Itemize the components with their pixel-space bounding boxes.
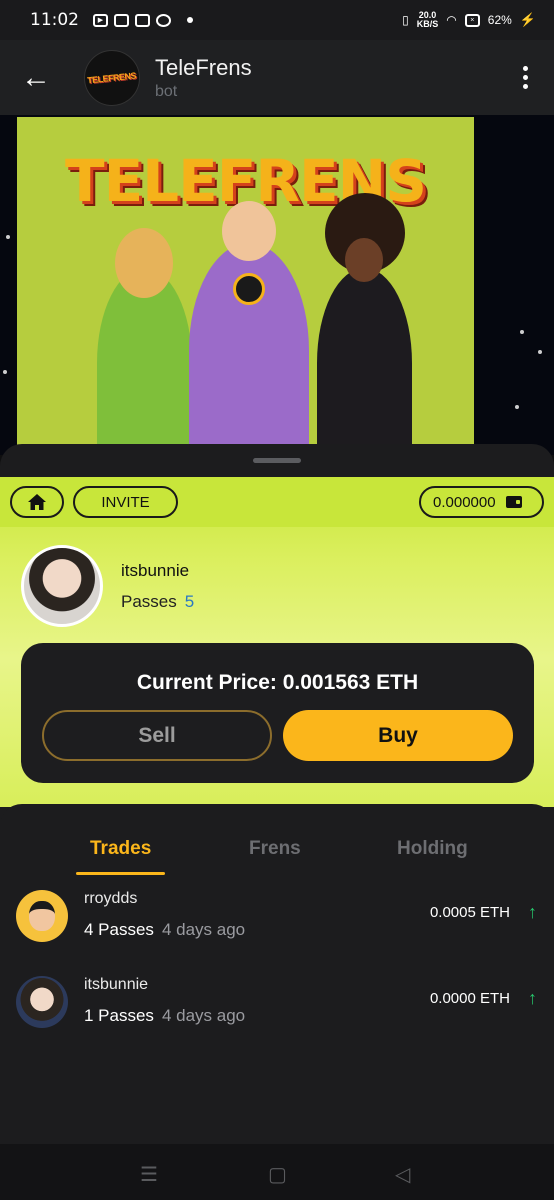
app-icon [114,13,129,27]
youtube-icon: ▶ [93,13,108,27]
active-tab-indicator [76,872,165,875]
wallet-balance-button[interactable]: 0.000000 [419,486,544,518]
trade-details: 1 Passes 4 days ago [84,1006,245,1026]
arrow-up-icon: ↑ [528,902,537,922]
star [515,405,519,409]
trade-row[interactable]: itsbunnie 1 Passes 4 days ago 0.0000 ETH … [0,976,554,1046]
system-nav-bar: ☰ ▢ ◁ [0,1144,554,1200]
bot-avatar-logo: TELEFRENS [87,69,137,86]
star [3,370,7,374]
chat-title-block[interactable]: TeleFrens bot [155,55,252,101]
trade-username: itsbunnie [84,976,149,993]
bot-avatar[interactable]: TELEFRENS [84,49,140,106]
price-card: Current Price: 0.001563 ETH Sell Buy [21,643,534,783]
trade-time: 4 days ago [161,1006,246,1025]
arrow-up-icon: ↑ [528,988,537,1008]
battery-saver-icon: × [464,13,480,27]
star [6,235,10,239]
sheet-drag-handle[interactable] [253,458,301,463]
vibrate-icon: ▯ [402,13,409,27]
chat-title: TeleFrens [155,54,252,80]
trade-details: 4 Passes 4 days ago [84,920,245,940]
tab-trades[interactable]: Trades [90,838,151,860]
more-options-icon[interactable] [523,66,528,89]
home-icon [28,494,46,510]
wallet-icon [505,496,522,508]
invite-button[interactable]: INVITE [73,486,178,518]
profile-passes: Passes 5 [121,592,194,612]
trade-time: 4 days ago [161,920,246,939]
status-time: 11:02 [30,10,79,30]
telefrens-poster-image: TELEFRENS [17,117,474,452]
trade-row[interactable]: rroydds 4 Passes 4 days ago 0.0005 ETH ↑ [0,890,554,960]
chat-subtitle: bot [155,82,178,100]
network-speed: 20.0 KB/S [416,10,439,29]
notification-icons: ▶ [93,13,193,27]
current-price: Current Price: 0.001563 ETH [136,671,419,694]
spotify-icon [156,13,171,27]
buy-button[interactable]: Buy [283,710,513,761]
profile-avatar[interactable] [21,545,103,627]
trade-avatar [16,890,68,942]
passes-count: 5 [184,592,195,611]
home-nav-icon[interactable]: ▢ [268,1162,287,1187]
profile-username: itsbunnie [121,561,190,580]
more-notifications-dot [187,17,193,23]
star [520,330,524,334]
status-bar: 11:02 ▶ ▯ 20.0 KB/S ◠ × 62% ⚡ [0,0,554,40]
recents-icon[interactable]: ☰ [140,1162,158,1187]
battery-percent: 62% [487,13,512,27]
hero-black [317,193,412,452]
trade-username: rroydds [84,890,138,907]
tab-frens[interactable]: Frens [249,838,301,860]
home-button[interactable] [10,486,64,518]
trade-passes: 4 Passes [84,920,154,939]
instagram-icon [135,13,150,27]
tab-holding[interactable]: Holding [397,838,468,860]
back-nav-icon[interactable]: ◁ [395,1162,410,1187]
system-icons: ▯ 20.0 KB/S ◠ × 62% ⚡ [402,11,536,29]
back-arrow-icon[interactable]: ← [0,61,72,95]
hero-purple [189,201,309,452]
trade-amount: 0.0000 ETH [429,990,510,1007]
star [538,350,542,354]
hero-green [97,228,192,452]
trade-passes: 1 Passes [84,1006,154,1025]
wifi-icon: ◠ [446,13,457,27]
charging-icon: ⚡ [519,12,536,27]
chat-header: ← TELEFRENS TeleFrens bot [0,40,554,115]
wallet-balance: 0.000000 [433,493,496,511]
sell-button[interactable]: Sell [42,710,272,761]
passes-label: Passes [121,592,177,611]
trade-avatar [16,976,68,1028]
trade-amount: 0.0005 ETH [429,904,510,921]
